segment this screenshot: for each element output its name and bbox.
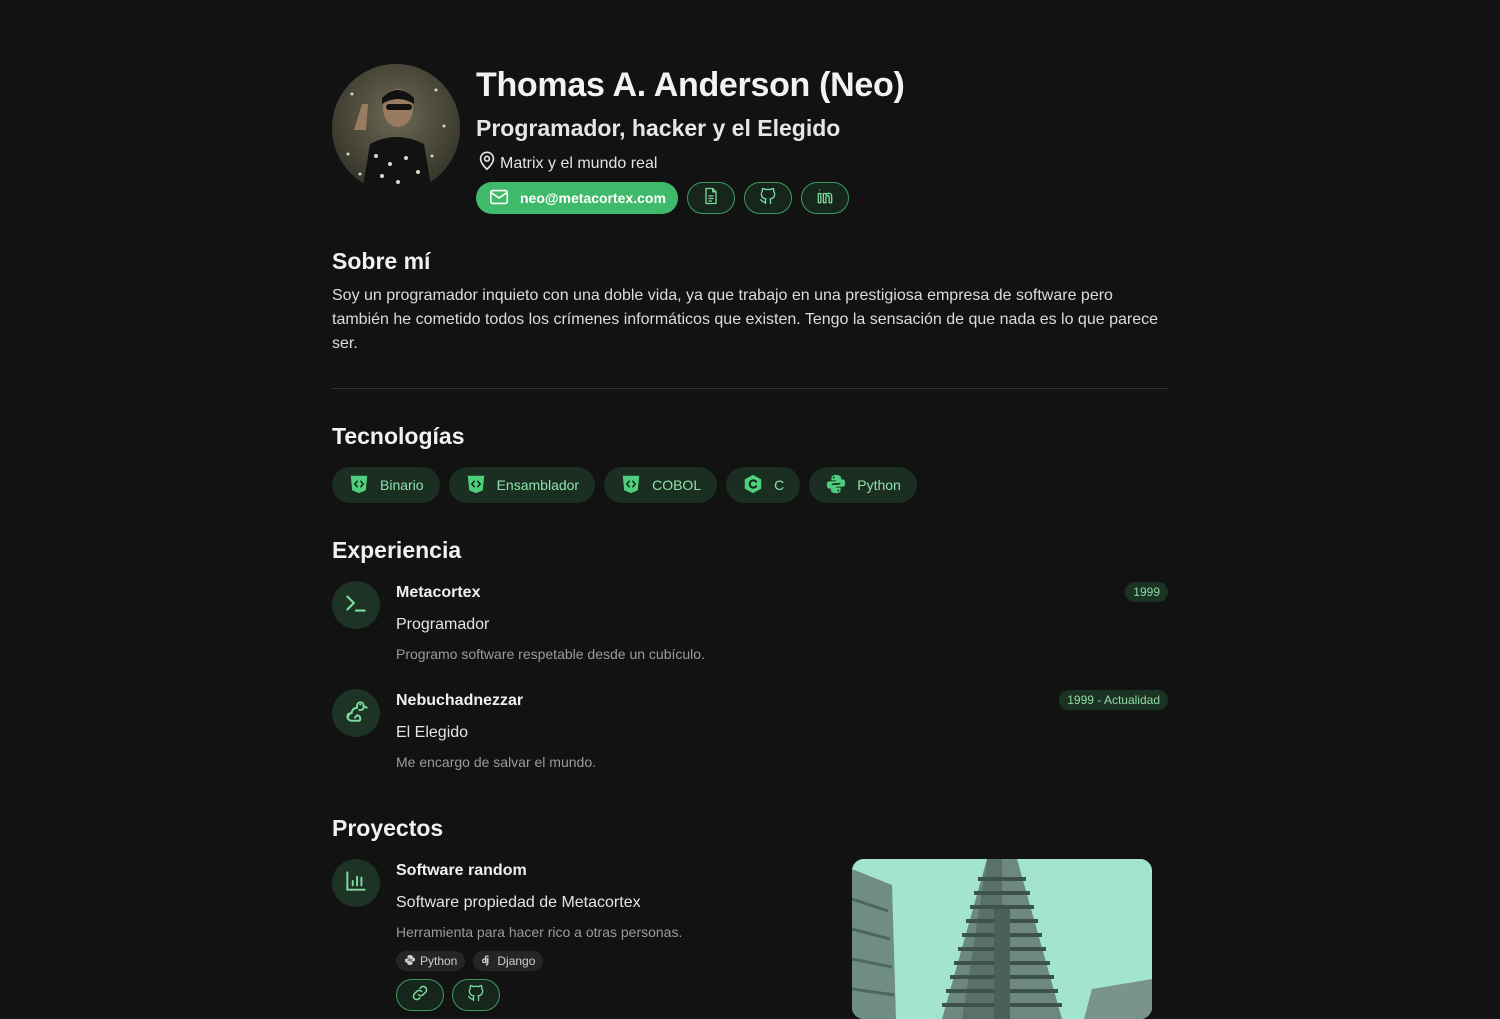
mail-icon — [488, 186, 510, 211]
html-shield-icon — [465, 473, 487, 498]
experience-item: Nebuchadnezzar El Elegido Me encargo de … — [332, 689, 1168, 779]
experience-title: Experiencia — [332, 537, 462, 563]
linkedin-link-button[interactable] — [800, 182, 849, 214]
email-button[interactable]: neo@metacortex.com — [476, 182, 678, 214]
html-shield-icon — [348, 473, 370, 498]
location-text: Matrix y el mundo real — [500, 154, 658, 172]
project-links — [396, 979, 500, 1011]
tech-chip: C — [726, 467, 801, 503]
tech-label: C — [774, 477, 785, 493]
github-icon — [758, 186, 778, 211]
tech-chip: Python — [809, 467, 917, 503]
project-tag-label: Django — [497, 954, 536, 968]
tech-chip: Binario — [332, 467, 440, 503]
chart-icon — [343, 868, 369, 899]
profile-header: Thomas A. Anderson (Neo) Programador, ha… — [332, 64, 1168, 224]
tech-title: Tecnologías — [332, 423, 465, 449]
link-icon — [410, 983, 430, 1008]
project-tags: Python Django — [396, 951, 544, 971]
terminal-icon — [343, 590, 369, 621]
c-language-icon — [742, 473, 764, 498]
profile-subtitle: Programador, hacker y el Elegido — [476, 115, 841, 141]
tech-label: COBOL — [652, 477, 702, 493]
rabbit-icon — [343, 698, 369, 729]
github-icon — [466, 983, 486, 1008]
experience-logo — [332, 689, 380, 737]
tech-list: Binario Ensamblador COBOL C Python — [332, 467, 917, 503]
contact-links: neo@metacortex.com — [476, 182, 849, 214]
django-icon — [481, 954, 493, 969]
project-subtitle: Software propiedad de Metacortex — [396, 894, 641, 911]
about-title: Sobre mí — [332, 248, 431, 274]
location: Matrix y el mundo real — [476, 150, 657, 177]
github-link-button[interactable] — [743, 182, 792, 214]
project-link-button[interactable] — [396, 979, 444, 1011]
profile-name: Thomas A. Anderson (Neo) — [476, 66, 905, 104]
email-text: neo@metacortex.com — [520, 190, 666, 206]
html-shield-icon — [620, 473, 642, 498]
experience-role: El Elegido — [396, 724, 469, 741]
experience-company: Nebuchadnezzar — [396, 692, 524, 709]
experience-company: Metacortex — [396, 584, 481, 601]
project-tag: Python — [396, 951, 466, 971]
project-github-button[interactable] — [452, 979, 500, 1011]
project-image — [852, 859, 1152, 1019]
about-text: Soy un programador inquieto con una dobl… — [332, 287, 1158, 352]
project-item: Software random Software propiedad de Me… — [332, 859, 1168, 1019]
map-pin-icon — [476, 150, 498, 177]
experience-description: Programo software respetable desde un cu… — [396, 646, 705, 662]
experience-role: Programador — [396, 616, 490, 633]
cv-link-button[interactable] — [686, 182, 735, 214]
tech-chip: Ensamblador — [448, 467, 596, 503]
python-icon — [825, 473, 847, 498]
experience-logo — [332, 581, 380, 629]
tech-chip: COBOL — [604, 467, 718, 503]
project-logo — [332, 859, 380, 907]
tech-label: Binario — [380, 477, 424, 493]
experience-date-badge: 1999 - Actualidad — [1059, 690, 1168, 710]
python-icon — [404, 954, 416, 969]
experience-description: Me encargo de salvar el mundo. — [396, 754, 596, 770]
project-name: Software random — [396, 862, 527, 879]
project-tag: Django — [473, 951, 544, 971]
tech-label: Python — [857, 477, 901, 493]
tech-label: Ensamblador — [496, 477, 580, 493]
project-tag-label: Python — [420, 954, 458, 968]
divider — [332, 388, 1168, 389]
linkedin-icon — [815, 186, 835, 211]
document-icon — [701, 186, 721, 211]
project-description: Herramienta para hacer rico a otras pers… — [396, 924, 683, 940]
experience-item: Metacortex Programador Programo software… — [332, 581, 1168, 671]
projects-title: Proyectos — [332, 815, 444, 841]
avatar — [332, 64, 460, 192]
experience-date-badge: 1999 — [1125, 582, 1168, 602]
